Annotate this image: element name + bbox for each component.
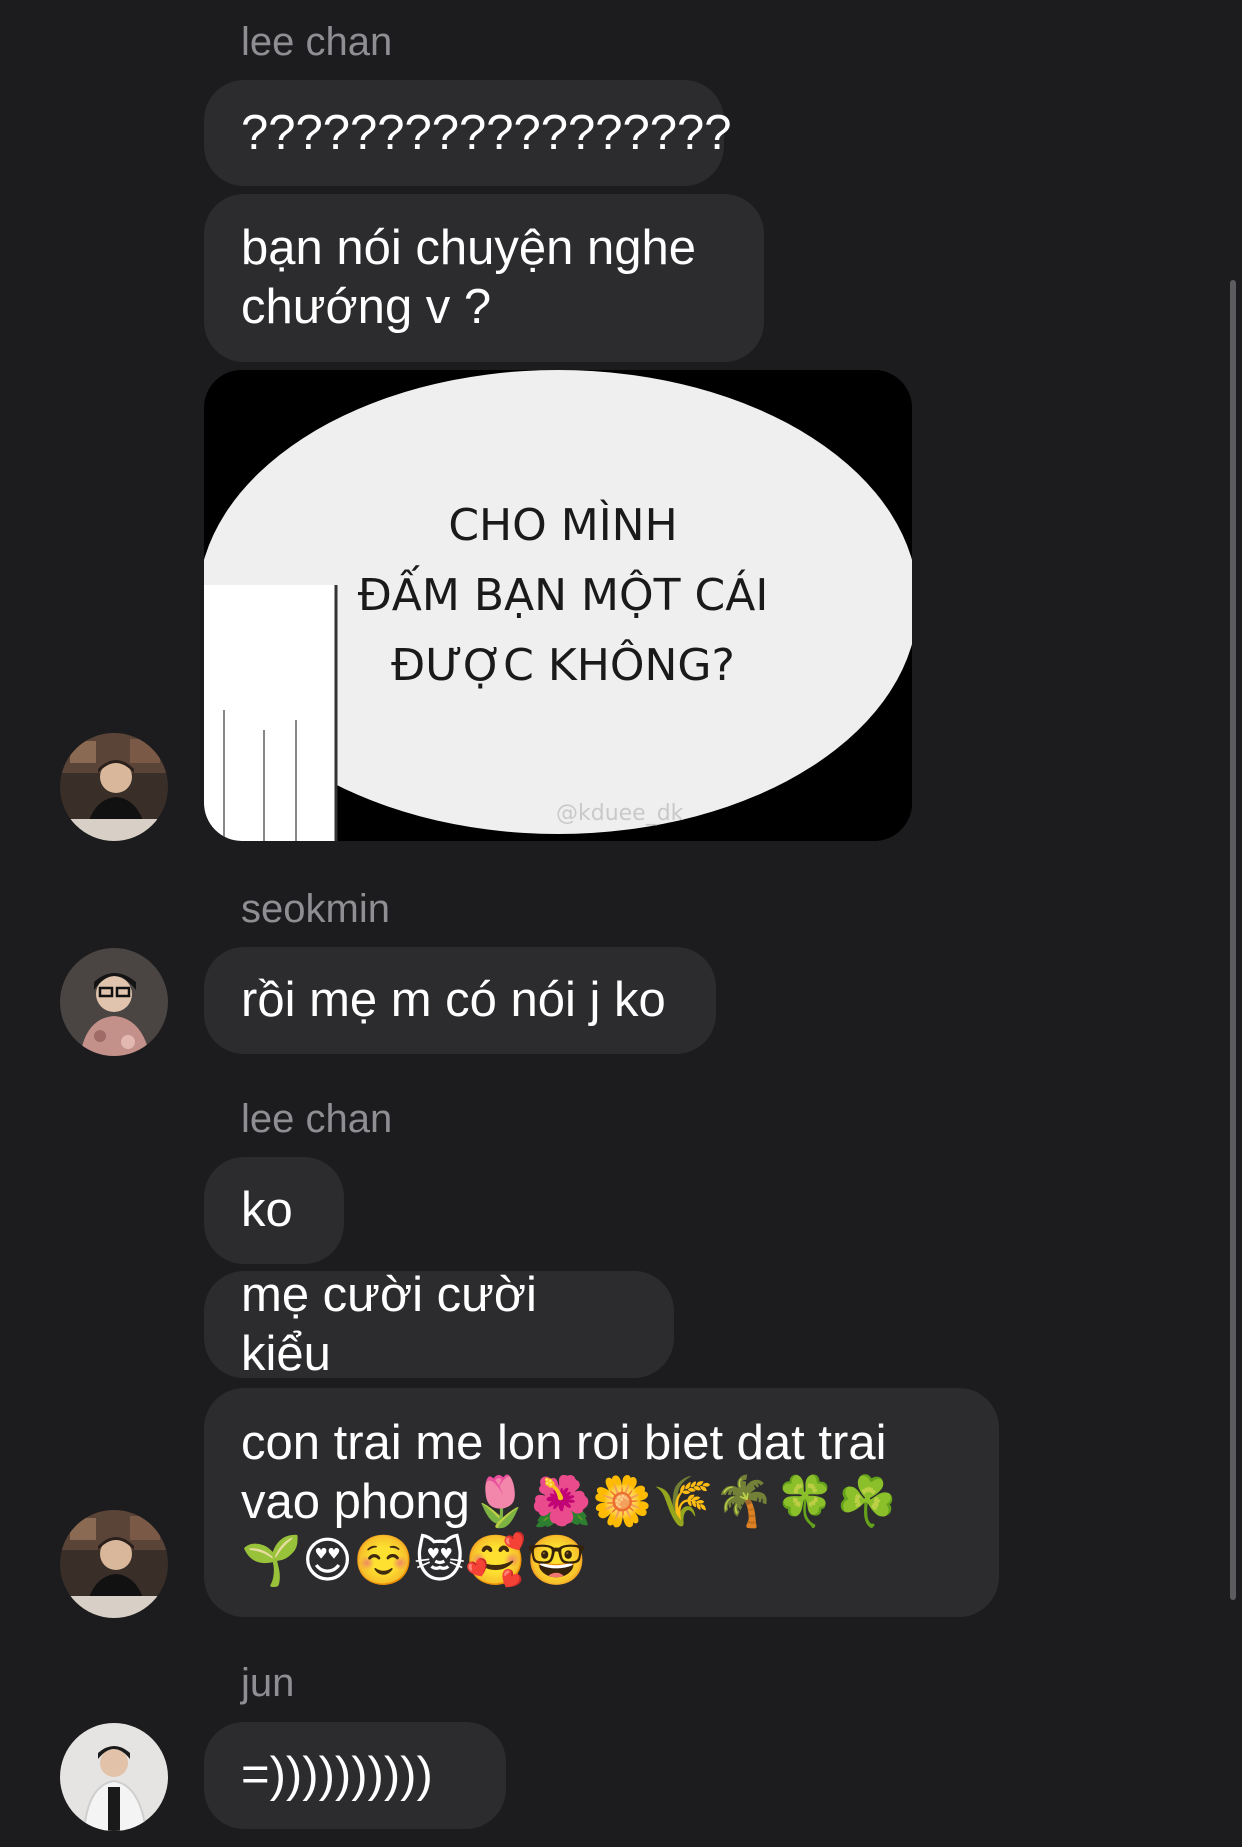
message-bubble[interactable]: ?????????????????? <box>204 80 732 186</box>
sender-name-seokmin: seokmin <box>241 887 390 931</box>
image-caption-line-3: ĐƯỢC KHÔNG? <box>391 638 735 691</box>
message-bubble[interactable]: con trai me lon roi biet dat trai vao ph… <box>204 1388 999 1617</box>
avatar-lee-chan-icon[interactable] <box>60 733 168 841</box>
image-message[interactable]: CHO MÌNH ĐẤM BẠN MỘT CÁI ĐƯỢC KHÔNG? @kd… <box>204 370 912 841</box>
message-bubble[interactable]: bạn nói chuyện nghe chướng v ? <box>204 194 764 362</box>
message-text: ko <box>241 1183 293 1237</box>
message-text: rồi mẹ m có nói j ko <box>241 973 666 1027</box>
message-text: mẹ cười cười kiểu <box>241 1267 551 1381</box>
message-bubble[interactable]: rồi mẹ m có nói j ko <box>204 947 716 1054</box>
speech-bubble-image: CHO MÌNH ĐẤM BẠN MỘT CÁI ĐƯỢC KHÔNG? @kd… <box>204 370 912 841</box>
message-bubble[interactable]: =)))))))))) <box>204 1722 506 1829</box>
message-text: bạn nói chuyện nghe chướng v ? <box>241 221 696 334</box>
image-caption-line-1: CHO MÌNH <box>448 498 677 551</box>
image-watermark: @kduee_dk <box>556 801 684 826</box>
scrollbar[interactable] <box>1230 280 1236 1600</box>
avatar-jun-icon[interactable] <box>60 1723 168 1831</box>
avatar-lee-chan-icon[interactable] <box>60 1510 168 1618</box>
message-bubble[interactable]: ko <box>204 1157 344 1264</box>
sender-name-jun: jun <box>241 1661 295 1705</box>
image-caption-line-2: ĐẤM BẠN MỘT CÁI <box>358 564 769 621</box>
sender-name-lee-chan: lee chan <box>241 1097 393 1141</box>
message-bubble[interactable]: mẹ cười cười kiểu <box>204 1268 674 1381</box>
sender-name-lee-chan: lee chan <box>241 20 393 64</box>
message-text: =)))))))))) <box>241 1748 433 1802</box>
avatar-seokmin-icon[interactable] <box>60 948 168 1056</box>
message-text: con trai me lon roi biet dat trai vao ph… <box>241 1416 897 1588</box>
message-text: ?????????????????? <box>241 105 732 160</box>
